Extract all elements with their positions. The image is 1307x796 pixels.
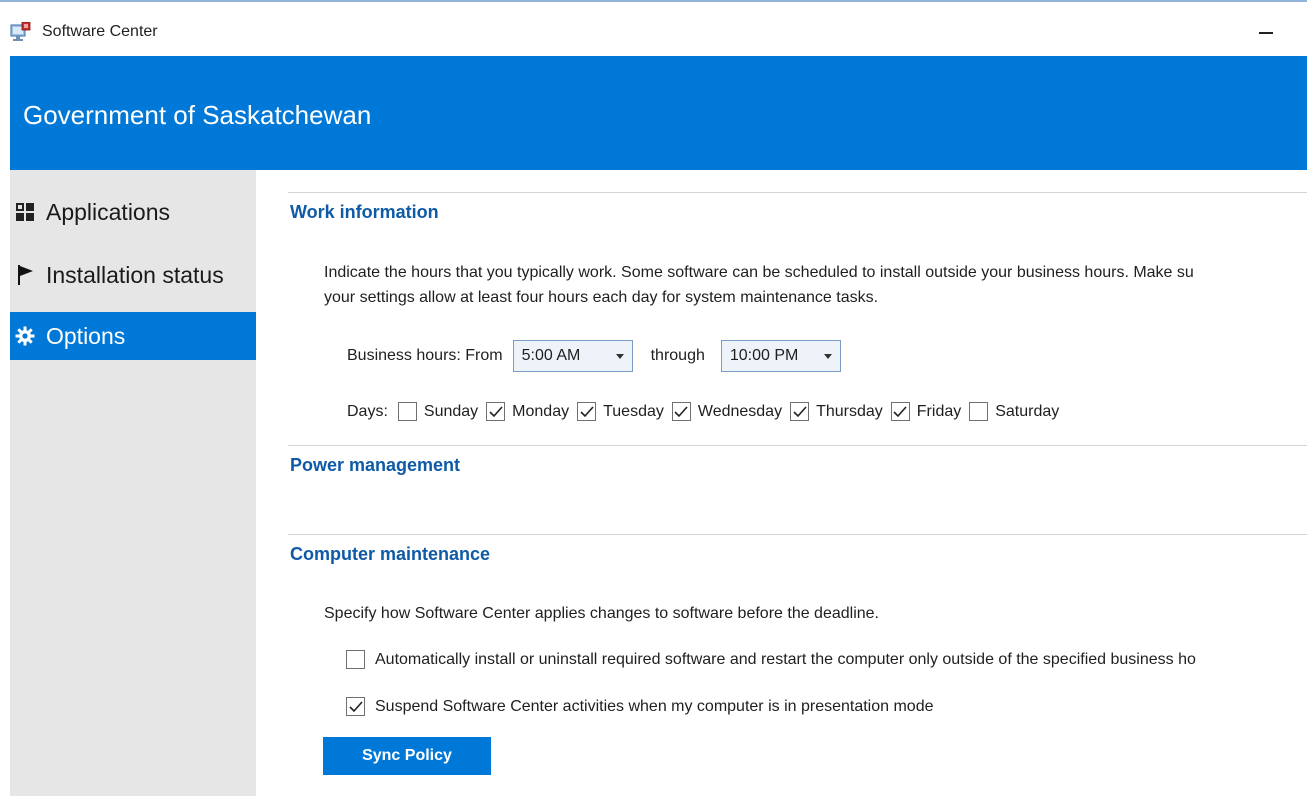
sidebar-item-options[interactable]: Options [10,312,256,360]
sidebar-item-label: Options [46,322,126,349]
work-information-heading: Work information [290,202,439,222]
checkmark-icon [580,405,594,417]
day-label: Saturday [995,402,1060,420]
checkmark-icon [348,700,363,712]
auto-install-checkbox[interactable] [346,650,365,669]
options-panel: Work information Indicate the hours that… [256,170,1307,796]
auto-install-label: Automatically install or uninstall requi… [375,650,1196,668]
checkbox-tuesday[interactable] [577,402,597,421]
grid-icon [14,201,36,223]
from-value: 5:00 AM [521,347,581,364]
checkmark-icon [489,405,503,417]
section-divider [288,192,1307,193]
day-label: Monday [512,402,570,420]
presentation-mode-label: Suspend Software Center activities when … [375,697,934,715]
day-label: Wednesday [697,402,783,420]
minimize-icon [1259,32,1273,34]
chevron-down-icon [615,353,624,359]
through-label: through [650,347,705,364]
to-value: 10:00 PM [729,347,799,364]
software-center-window: Software Center Government of Saskatchew… [0,0,1307,796]
checkbox-sunday[interactable] [397,402,417,421]
section-divider [288,534,1307,535]
day-label: Friday [916,402,962,420]
checkbox-monday[interactable] [486,402,506,421]
day-label: Tuesday [603,402,664,420]
sidebar-item-label: Installation status [46,261,224,288]
sidebar: Applications Installation status Options [10,170,256,796]
sync-policy-button[interactable]: Sync Policy [323,737,491,775]
sidebar-item-installation-status[interactable]: Installation status [10,251,256,299]
gear-icon [14,325,36,347]
day-tuesday: Tuesday [577,402,664,421]
maintenance-description: Specify how Software Center applies chan… [324,605,879,622]
window-title: Software Center [42,23,158,40]
days-label: Days: [347,402,388,420]
section-divider [288,445,1307,446]
checkbox-thursday[interactable] [790,402,810,421]
minimize-button[interactable] [1243,14,1289,50]
flag-icon [14,264,36,286]
checkbox-saturday[interactable] [969,402,989,421]
title-bar: Software Center [10,10,1307,56]
work-description-line1: Indicate the hours that you typically wo… [324,264,1194,281]
sidebar-item-label: Applications [46,198,171,225]
days-row: Days: Sunday Monday Tuesday Wednesday Th… [347,402,1059,421]
presentation-mode-option: Suspend Software Center activities when … [346,697,934,716]
day-sunday: Sunday [397,402,479,421]
power-management-heading: Power management [290,455,461,475]
checkbox-wednesday[interactable] [671,402,691,421]
business-hours-to-select[interactable]: 10:00 PM [720,340,841,372]
computer-maintenance-heading: Computer maintenance [290,544,491,564]
day-saturday: Saturday [969,402,1059,421]
chevron-down-icon [823,353,832,359]
day-label: Sunday [423,402,479,420]
business-hours-row: Business hours: From 5:00 AM through 10:… [347,340,841,372]
organization-banner: Government of Saskatchewan [10,56,1307,170]
business-hours-from-select[interactable]: 5:00 AM [512,340,633,372]
day-thursday: Thursday [790,402,883,421]
organization-name: Government of Saskatchewan [23,100,372,130]
day-wednesday: Wednesday [671,402,783,421]
checkmark-icon [674,405,688,417]
presentation-mode-checkbox[interactable] [346,697,365,716]
day-label: Thursday [816,402,883,420]
auto-install-option: Automatically install or uninstall requi… [346,650,1196,669]
software-center-icon [10,21,32,42]
business-hours-label: Business hours: From [347,347,503,364]
day-monday: Monday [486,402,569,421]
checkmark-icon [893,405,907,417]
checkbox-friday[interactable] [890,402,910,421]
sidebar-item-applications[interactable]: Applications [10,188,256,236]
work-description-line2: your settings allow at least four hours … [324,289,879,306]
day-friday: Friday [890,402,962,421]
checkmark-icon [793,405,807,417]
